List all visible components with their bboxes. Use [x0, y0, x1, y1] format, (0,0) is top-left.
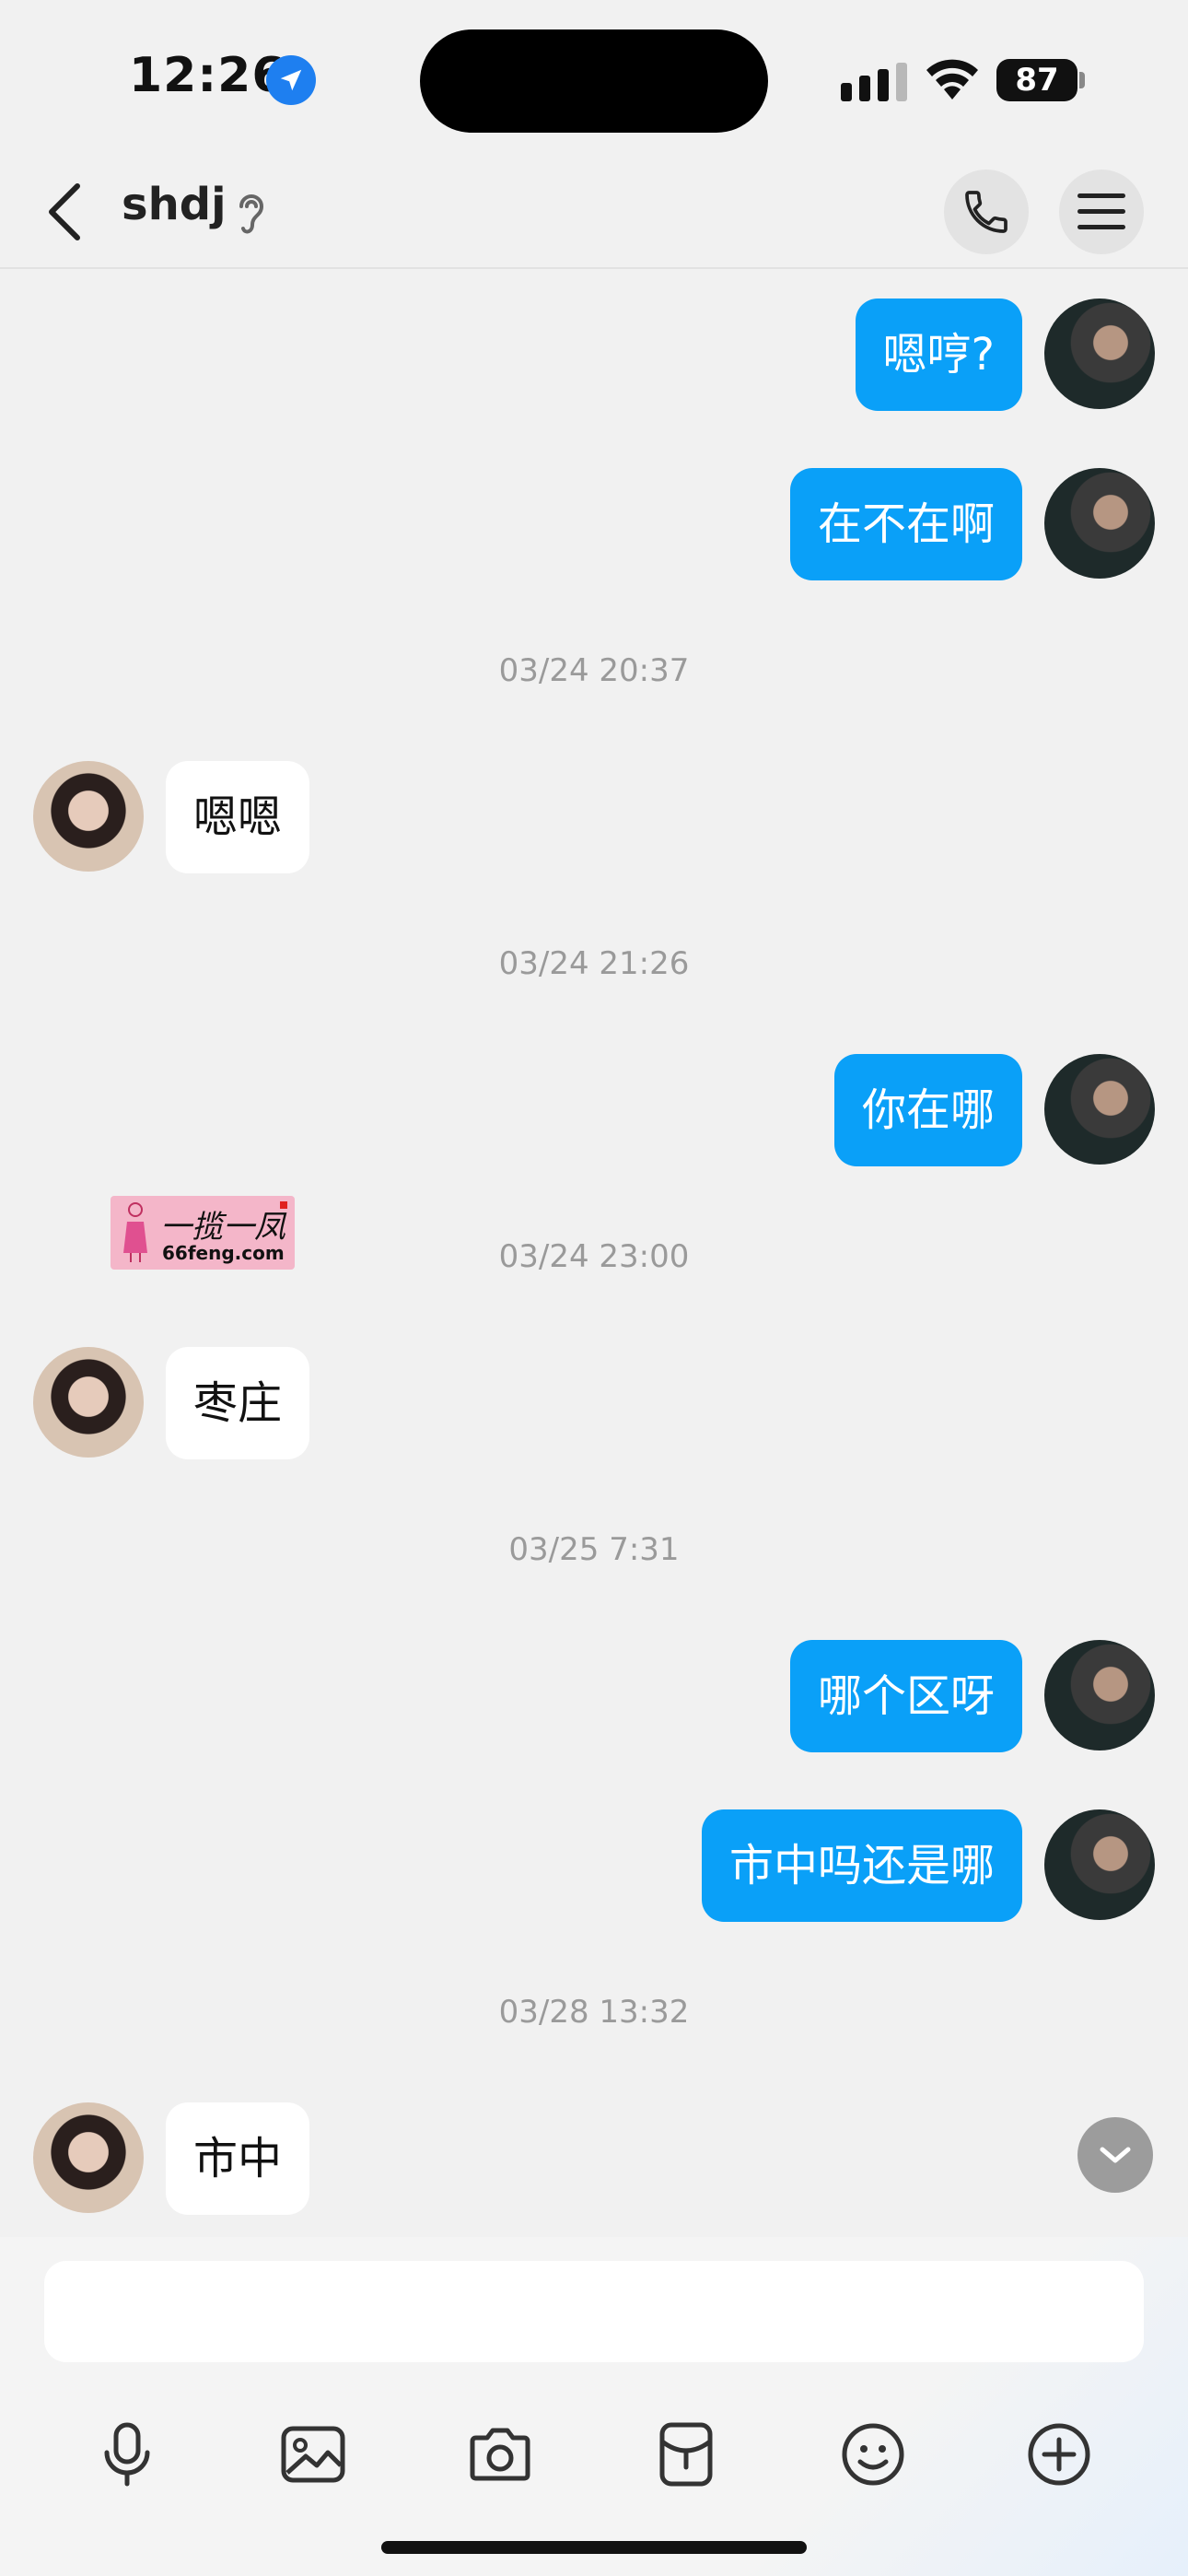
outgoing-message[interactable]: 你在哪 [833, 1054, 1022, 1166]
image-icon [281, 2426, 345, 2483]
outgoing-message[interactable]: 哪个区呀 [789, 1640, 1022, 1752]
image-button[interactable] [276, 2418, 350, 2491]
message-list[interactable]: 嗯哼? 在不在啊 03/24 20:37 嗯嗯 03/24 21:26 你在哪 … [0, 271, 1188, 2237]
my-avatar[interactable] [1044, 1640, 1155, 1751]
battery-tip [1079, 72, 1085, 88]
my-avatar[interactable] [1044, 468, 1155, 579]
more-button[interactable] [1022, 2418, 1096, 2491]
message-timestamp: 03/28 13:32 [498, 1994, 690, 2031]
back-arrow-icon [49, 183, 80, 240]
battery-level: 87 [996, 59, 1077, 101]
outgoing-message[interactable]: 在不在啊 [789, 468, 1022, 580]
emoji-button[interactable] [836, 2418, 910, 2491]
voice-button[interactable] [90, 2418, 164, 2491]
camera-button[interactable] [463, 2418, 537, 2491]
chat-header: shdj [0, 157, 1188, 269]
camera-icon [470, 2428, 530, 2481]
voice-call-button[interactable] [944, 170, 1029, 254]
scroll-to-bottom-button[interactable] [1077, 2117, 1153, 2193]
location-arrow-icon [266, 55, 316, 105]
composer [0, 2237, 1188, 2576]
message-timestamp: 03/25 7:31 [508, 1531, 680, 1568]
status-bar: 12:26 87 [0, 0, 1188, 157]
watermark-dot [280, 1201, 287, 1209]
incoming-message[interactable]: 枣庄 [166, 1347, 310, 1459]
back-button[interactable] [37, 177, 92, 247]
contact-avatar[interactable] [33, 1347, 144, 1458]
contact-avatar[interactable] [33, 761, 144, 872]
red-packet-icon [659, 2422, 713, 2487]
message-input[interactable] [44, 2261, 1144, 2362]
message-timestamp: 03/24 20:37 [498, 652, 690, 689]
my-avatar[interactable] [1044, 299, 1155, 409]
microphone-icon [104, 2422, 150, 2487]
cellular-signal-icon [841, 63, 907, 101]
message-timestamp: 03/24 21:26 [498, 945, 690, 982]
phone-icon [965, 191, 1007, 233]
battery-indicator: 87 [996, 59, 1085, 101]
chevron-down-icon [1100, 2147, 1131, 2163]
my-avatar[interactable] [1044, 1809, 1155, 1920]
message-timestamp: 03/24 23:00 [498, 1238, 690, 1275]
incoming-message[interactable]: 市中 [166, 2102, 310, 2215]
home-indicator[interactable] [381, 2541, 807, 2554]
emoji-icon [842, 2423, 904, 2486]
outgoing-message[interactable]: 嗯哼? [855, 299, 1022, 411]
ear-icon[interactable] [232, 190, 271, 238]
menu-icon [1077, 193, 1125, 229]
red-packet-button[interactable] [649, 2418, 723, 2491]
menu-button[interactable] [1059, 170, 1144, 254]
dynamic-island [420, 29, 768, 133]
wifi-icon [926, 59, 978, 100]
incoming-message[interactable]: 嗯嗯 [166, 761, 310, 873]
outgoing-message[interactable]: 市中吗还是哪 [701, 1809, 1022, 1922]
chat-title[interactable]: shdj [122, 179, 227, 230]
plus-icon [1028, 2423, 1090, 2486]
contact-avatar[interactable] [33, 2102, 144, 2213]
status-time: 12:26 [129, 48, 286, 103]
my-avatar[interactable] [1044, 1054, 1155, 1165]
